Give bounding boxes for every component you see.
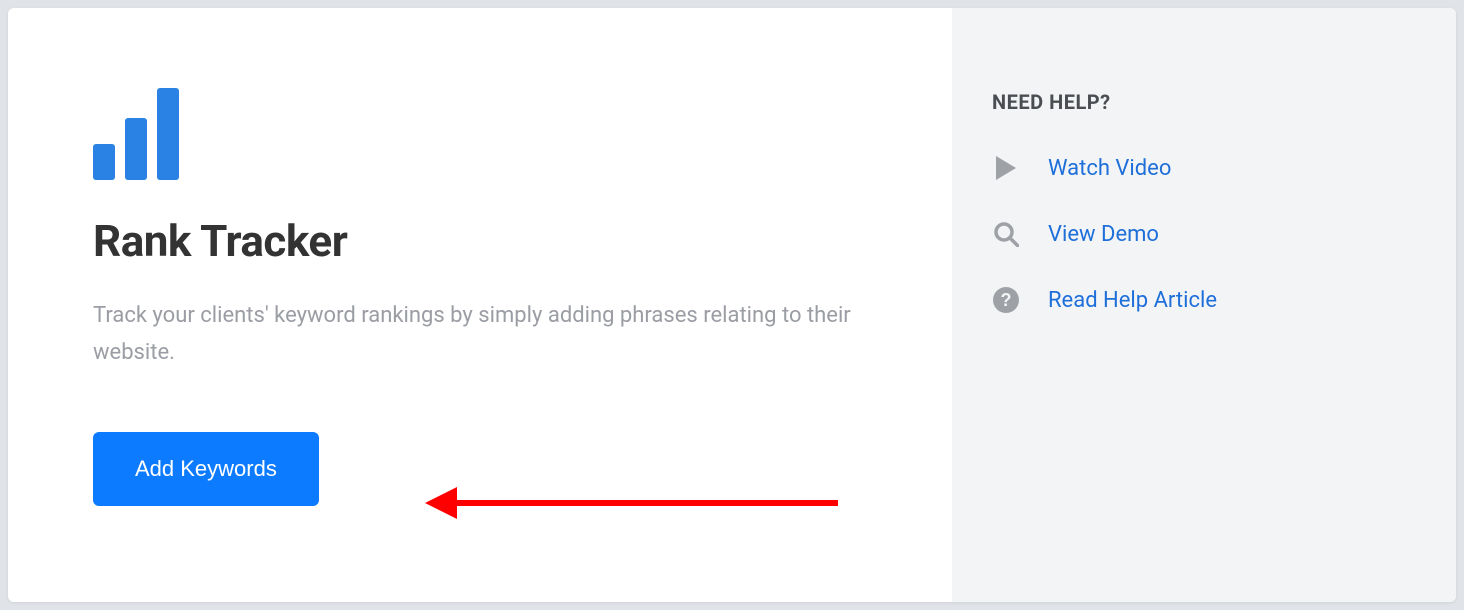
help-sidebar: NEED HELP? Watch Video View Demo ? Read …	[952, 8, 1456, 602]
search-icon	[992, 220, 1020, 248]
page-title: Rank Tracker	[93, 215, 872, 267]
add-keywords-button[interactable]: Add Keywords	[93, 432, 319, 506]
play-icon	[992, 154, 1020, 182]
page-description: Track your clients' keyword rankings by …	[93, 297, 853, 372]
rank-tracker-card: Rank Tracker Track your clients' keyword…	[8, 8, 1456, 602]
help-item-read-article[interactable]: ? Read Help Article	[992, 286, 1396, 314]
svg-text:?: ?	[1001, 290, 1012, 310]
help-item-label: Watch Video	[1048, 156, 1171, 181]
help-item-label: Read Help Article	[1048, 288, 1217, 313]
main-panel: Rank Tracker Track your clients' keyword…	[8, 8, 952, 602]
question-circle-icon: ?	[992, 286, 1020, 314]
arrow-annotation-icon	[423, 478, 843, 528]
help-item-watch-video[interactable]: Watch Video	[992, 154, 1396, 182]
sidebar-heading: NEED HELP?	[992, 90, 1396, 114]
help-item-view-demo[interactable]: View Demo	[992, 220, 1396, 248]
bar-chart-icon	[93, 88, 872, 180]
help-item-label: View Demo	[1048, 222, 1159, 247]
